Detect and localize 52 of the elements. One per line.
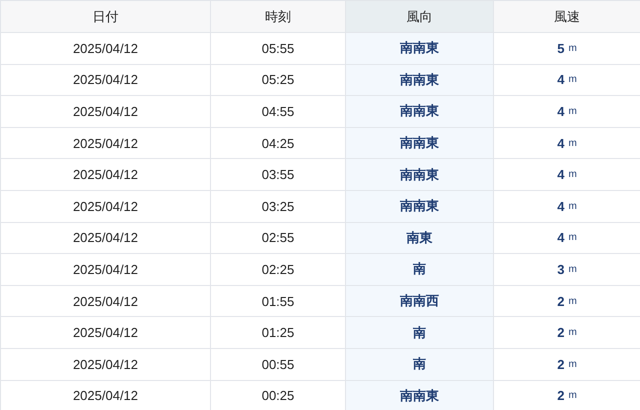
column-header[interactable]: 風向 — [346, 0, 494, 33]
speed-value: 2 — [557, 388, 564, 404]
direction-cell: 南南西 — [346, 286, 494, 318]
speed-unit: m — [568, 296, 577, 307]
direction-cell: 南 — [346, 317, 494, 349]
speed-value: 4 — [557, 136, 564, 151]
speed-value: 3 — [557, 262, 564, 277]
direction-cell: 南南東 — [346, 380, 494, 410]
direction-cell: 南南東 — [346, 33, 494, 65]
date-cell: 2025/04/12 — [1, 64, 211, 96]
speed-value: 4 — [557, 198, 564, 214]
speed-unit: m — [568, 232, 577, 244]
column-header[interactable]: 風速 — [494, 0, 640, 33]
speed-value: 4 — [557, 230, 564, 246]
date-cell: 2025/04/12 — [1, 128, 211, 160]
date-cell: 2025/04/12 — [1, 159, 211, 191]
speed-value: 4 — [557, 167, 564, 182]
column-header[interactable]: 日付 — [1, 0, 211, 33]
date-cell: 2025/04/12 — [1, 222, 211, 254]
date-cell: 2025/04/12 — [1, 96, 211, 128]
speed-unit: m — [568, 138, 577, 149]
date-cell: 2025/04/12 — [1, 317, 211, 349]
speed-value: 4 — [557, 72, 564, 88]
speed-unit: m — [568, 74, 577, 86]
speed-unit: m — [568, 169, 577, 180]
column-header[interactable]: 時刻 — [211, 0, 346, 33]
direction-cell: 南 — [346, 254, 494, 286]
direction-cell: 南 — [346, 348, 494, 381]
date-cell: 2025/04/12 — [1, 190, 211, 223]
speed-value: 4 — [557, 104, 564, 119]
date-cell: 2025/04/12 — [1, 380, 211, 410]
direction-cell: 南南東 — [346, 96, 494, 128]
direction-cell: 南南東 — [346, 64, 494, 96]
date-cell: 2025/04/12 — [1, 348, 211, 381]
direction-cell: 南南東 — [346, 128, 494, 160]
speed-unit: m — [568, 200, 577, 212]
speed-unit: m — [568, 264, 577, 275]
date-cell: 2025/04/12 — [1, 33, 211, 65]
speed-unit: m — [568, 42, 577, 54]
direction-cell: 南南東 — [346, 159, 494, 191]
date-cell: 2025/04/12 — [1, 286, 211, 318]
speed-unit: m — [568, 358, 577, 370]
direction-cell: 南東 — [346, 222, 494, 254]
speed-value: 5 — [557, 40, 564, 56]
speed-unit: m — [568, 390, 577, 402]
speed-unit: m — [568, 106, 577, 117]
speed-value: 2 — [557, 356, 564, 372]
speed-value: 2 — [557, 294, 564, 309]
speed-value: 2 — [557, 325, 564, 340]
direction-cell: 南南東 — [346, 190, 494, 223]
speed-unit: m — [568, 327, 577, 338]
date-cell: 2025/04/12 — [1, 254, 211, 286]
